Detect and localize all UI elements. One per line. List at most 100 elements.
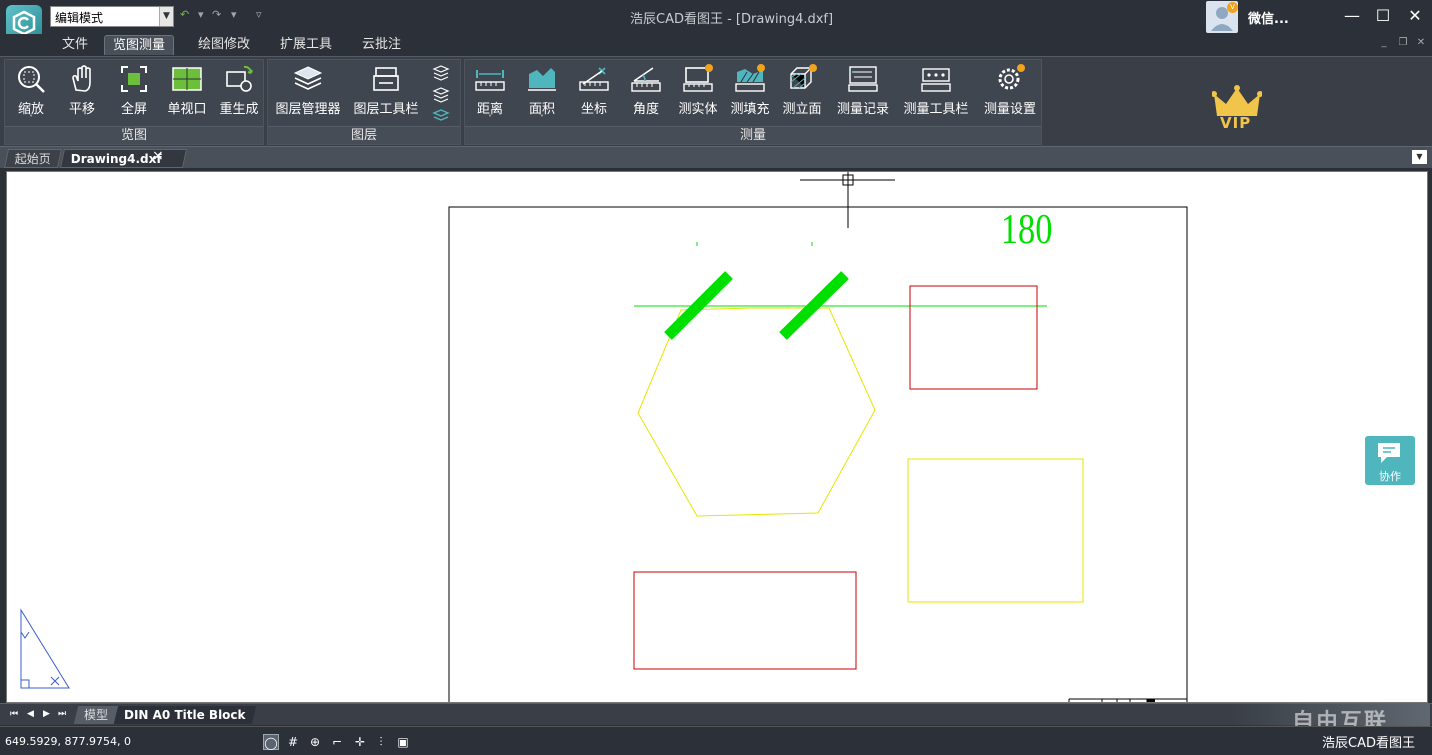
menu-extensions[interactable]: 扩展工具 — [272, 35, 340, 55]
coordinate-button[interactable]: 坐标 — [571, 64, 617, 126]
document-tab-strip: 起始页 Drawing4.dxf — [0, 146, 1432, 168]
single-viewport-button[interactable]: 单视口 — [161, 64, 213, 126]
panel-measure-title: 测量 — [465, 126, 1041, 144]
menu-file[interactable]: 文件 — [54, 35, 96, 55]
title-bar: 编辑模式 ▼ ↶ ▾ ↷ ▾ ▿ 浩辰CAD看图王 - [Drawing4.dx… — [0, 0, 1432, 41]
measure-toolbar-button[interactable]: 测量工具栏 — [899, 64, 973, 126]
collaborate-label: 协作 — [1379, 470, 1401, 483]
layout-tab-model[interactable]: 模型 — [73, 706, 119, 724]
measure-settings-button[interactable]: 测量设置 — [979, 64, 1041, 126]
red-rectangle — [633, 571, 857, 670]
customize-toolbar-icon[interactable]: ▿ — [256, 8, 262, 21]
measure-record-icon — [848, 66, 878, 92]
measure-settings-label: 测量设置 — [983, 102, 1036, 117]
coordinate-readout: 649.5929, 877.9754, 0 — [5, 735, 131, 748]
dimension-text: 180 — [1001, 207, 1053, 253]
layer-manager-button[interactable]: 图层管理器 — [270, 64, 346, 126]
regenerate-button[interactable]: 重生成 — [215, 64, 263, 126]
angle-button[interactable]: 角度 — [623, 64, 669, 126]
first-layout-icon[interactable]: ⏮ — [10, 709, 18, 719]
measure-record-button[interactable]: 测量记录 — [833, 64, 893, 126]
mode-select[interactable]: 编辑模式 ▼ — [50, 6, 174, 27]
layout-tab-din-a0[interactable]: DIN A0 Title Block — [113, 706, 256, 724]
doc-minimize-icon[interactable]: _ — [1376, 36, 1392, 50]
layer-state-icons[interactable] — [432, 64, 450, 124]
close-icon[interactable]: ✕ — [1400, 4, 1430, 28]
tab-list-dropdown-icon[interactable]: ▼ — [1412, 150, 1427, 164]
layers-icon — [293, 66, 323, 90]
layout-tab-din-a0-label: DIN A0 Title Block — [124, 708, 246, 722]
panel-view-title: 览图 — [5, 126, 263, 144]
measure-entity-label: 测实体 — [678, 102, 718, 117]
doc-close-icon[interactable]: ✕ — [1413, 36, 1429, 50]
fullscreen-button[interactable]: 全屏 — [111, 64, 157, 126]
menu-cloud-annotate[interactable]: 云批注 — [354, 35, 409, 55]
measure-record-label: 测量记录 — [836, 102, 889, 117]
tab-start-page[interactable]: 起始页 — [3, 149, 63, 168]
undo-dropdown-icon[interactable]: ▾ — [198, 8, 204, 21]
menu-view-measure[interactable]: 览图测量 — [104, 35, 175, 55]
layer-toolbar-label: 图层工具栏 — [353, 102, 419, 117]
mirror-icon[interactable]: ⫶ — [373, 734, 389, 750]
measure-fill-button[interactable]: 测填充 — [727, 64, 773, 126]
area-button[interactable]: 面积 ˅ — [519, 64, 565, 126]
yellow-rectangle — [907, 458, 1084, 603]
coordinate-icon — [579, 67, 609, 91]
pan-button[interactable]: 平移 — [59, 64, 105, 126]
zoom-window-icon[interactable]: ⊕ — [307, 734, 323, 750]
distance-button[interactable]: 距离 ˅ — [467, 64, 513, 126]
measure-fill-icon — [735, 64, 765, 92]
panel-layer-title: 图层 — [268, 126, 460, 144]
angle-icon — [631, 67, 661, 92]
vip-badge: V — [1227, 2, 1238, 13]
panel-view: 缩放 ˅ 平移 全屏 单视口 重生成 览图 — [4, 59, 264, 145]
collaborate-button[interactable]: 协作 — [1365, 436, 1415, 485]
panel-measure: 距离 ˅ 面积 ˅ 坐标 角度 测实体 测填充 测立面 测量记录 测量工具栏 测… — [464, 59, 1042, 145]
ruler-distance-icon — [475, 70, 505, 91]
sheet-border — [448, 206, 1188, 702]
layout-tab-bar: ⏮ ◀ ▶ ⏭ 模型 DIN A0 Title Block — [0, 703, 1432, 725]
tab-start-page-label: 起始页 — [14, 152, 51, 166]
minimize-icon[interactable]: — — [1337, 4, 1367, 28]
chat-icon — [1378, 443, 1400, 463]
tab-drawing4-label: Drawing4.dxf — [70, 152, 162, 166]
maximize-icon[interactable]: ☐ — [1368, 4, 1398, 28]
user-name[interactable]: 微信... — [1248, 8, 1289, 27]
prev-layout-icon[interactable]: ◀ — [27, 709, 34, 719]
measure-elevation-label: 测立面 — [782, 102, 822, 117]
vip-label[interactable]: VIP — [1220, 114, 1251, 132]
grid-icon[interactable]: # — [285, 734, 301, 750]
measure-entity-button[interactable]: 测实体 — [675, 64, 721, 126]
undo-icon[interactable]: ↶ — [180, 8, 189, 21]
cad-viewer-window: 编辑模式 ▼ ↶ ▾ ↷ ▾ ▿ 浩辰CAD看图王 - [Drawing4.dx… — [0, 0, 1432, 755]
drawing-canvas[interactable]: 180 — [6, 171, 1428, 703]
menu-draw-modify[interactable]: 绘图修改 — [190, 35, 258, 55]
layer-toolbar-button[interactable]: 图层工具栏 — [350, 64, 422, 126]
area-icon — [528, 68, 556, 91]
tab-close-icon[interactable]: × — [152, 148, 164, 164]
drawing-svg[interactable]: 180 — [7, 172, 1428, 703]
crosshair-cursor — [800, 172, 895, 228]
object-snap-icon[interactable]: ◯ — [263, 734, 279, 750]
regenerate-icon — [226, 65, 253, 92]
menu-bar: 文件 览图测量 绘图修改 扩展工具 云批注 — [0, 34, 1432, 56]
last-layout-icon[interactable]: ⏭ — [58, 709, 66, 719]
extents-icon[interactable]: ▣ — [395, 734, 411, 750]
next-layout-icon[interactable]: ▶ — [43, 709, 50, 719]
pan-label: 平移 — [68, 102, 95, 117]
mode-select-value: 编辑模式 — [55, 11, 104, 25]
redo-icon[interactable]: ↷ — [212, 8, 221, 21]
ortho-icon[interactable]: ⌐ — [329, 734, 345, 750]
fullscreen-icon — [121, 66, 147, 92]
crosshair-icon[interactable]: ✛ — [352, 734, 368, 750]
zoom-button[interactable]: 缩放 ˅ — [7, 64, 55, 126]
measure-toolbar-label: 测量工具栏 — [903, 102, 969, 117]
redo-dropdown-icon[interactable]: ▾ — [231, 8, 237, 21]
layout-tab-model-label: 模型 — [84, 708, 109, 722]
ucs-icon — [20, 608, 70, 689]
tab-drawing4[interactable]: Drawing4.dxf — [59, 149, 187, 168]
doc-restore-icon[interactable]: ❐ — [1395, 36, 1411, 50]
measure-elevation-button[interactable]: 测立面 — [779, 64, 825, 126]
chevron-down-icon: ˅ — [488, 114, 492, 123]
layer-manager-label: 图层管理器 — [275, 102, 341, 117]
